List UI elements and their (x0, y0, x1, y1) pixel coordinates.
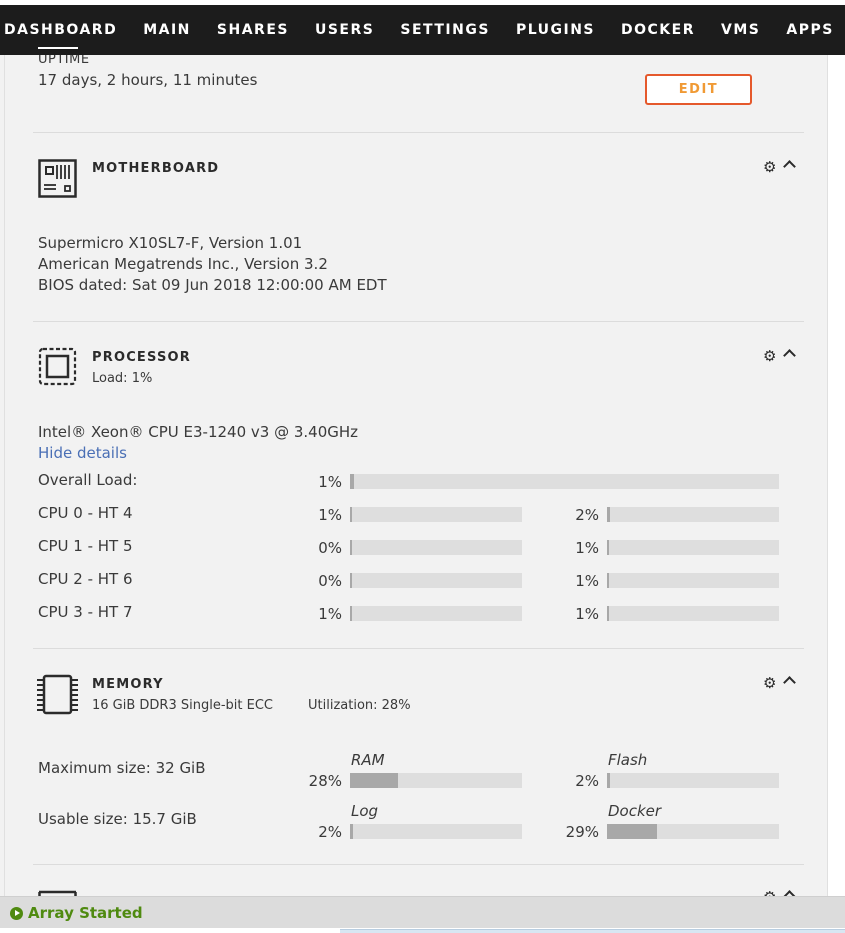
uptime-label: UPTIME (38, 55, 90, 67)
cpu-thread-a-bar (350, 606, 522, 621)
cpu-thread-a-percent: 1% (318, 605, 342, 623)
memory-max-size: Maximum size: 32 GiB (38, 759, 206, 777)
cpu-thread-b-percent: 2% (575, 506, 599, 524)
scrollbar-gutter[interactable] (828, 55, 845, 896)
tab-main[interactable]: MAIN (143, 5, 217, 55)
dashboard-panel: UPTIME 17 days, 2 hours, 11 minutes EDIT… (4, 55, 828, 896)
motherboard-controls: ⚙ (763, 159, 803, 175)
tab-dashboard[interactable]: DASHBOARD (4, 5, 143, 55)
chevron-up-icon[interactable] (783, 349, 796, 362)
cpu-thread-a-bar (350, 507, 522, 522)
log-label: Log (351, 802, 379, 820)
cpu-thread-a-percent: 0% (318, 539, 342, 557)
divider (33, 648, 804, 649)
memory-title: MEMORY (92, 677, 164, 692)
tab-shares[interactable]: SHARES (217, 5, 315, 55)
ram-percent: 28% (308, 772, 342, 790)
docker-percent: 29% (565, 823, 599, 841)
cpu-core-label: CPU 1 - HT 5 (38, 537, 133, 555)
memory-controls: ⚙ (763, 675, 803, 691)
log-percent: 2% (318, 823, 342, 841)
gear-icon[interactable]: ⚙ (763, 348, 776, 364)
processor-title: PROCESSOR (92, 350, 192, 365)
divider (33, 321, 804, 322)
tab-docker[interactable]: DOCKER (621, 5, 721, 55)
divider (33, 864, 804, 865)
processor-load: Load: 1% (92, 371, 153, 386)
tab-users[interactable]: USERS (315, 5, 400, 55)
next-section-controls: ⚙ (763, 889, 803, 896)
ram-label: RAM (351, 751, 385, 769)
status-bar: Array Started (0, 896, 845, 928)
flash-label: Flash (608, 751, 648, 769)
motherboard-icon (38, 159, 77, 198)
gear-icon[interactable]: ⚙ (763, 675, 776, 691)
docker-usage-bar (607, 824, 779, 839)
cpu-thread-a-bar (350, 573, 522, 588)
ram-usage-bar (350, 773, 522, 788)
cpu-thread-b-percent: 1% (575, 572, 599, 590)
motherboard-title: MOTHERBOARD (92, 161, 220, 176)
cpu-core-label: CPU 0 - HT 4 (38, 504, 133, 522)
cpu-thread-b-bar (607, 540, 779, 555)
log-usage-bar (350, 824, 522, 839)
memory-usable-size: Usable size: 15.7 GiB (38, 810, 197, 828)
cpu-core-label: CPU 2 - HT 6 (38, 570, 133, 588)
edit-button[interactable]: EDIT (645, 74, 752, 105)
tab-plugins[interactable]: PLUGINS (516, 5, 621, 55)
cpu-thread-b-bar (607, 507, 779, 522)
array-status-label: Array Started (28, 904, 143, 922)
taskbar-edge (340, 929, 845, 933)
cpu-model: Intel® Xeon® CPU E3-1240 v3 @ 3.40GHz (38, 423, 359, 441)
gear-icon[interactable]: ⚙ (763, 889, 776, 896)
cpu-thread-b-bar (607, 606, 779, 621)
cpu-icon (38, 347, 77, 386)
tab-settings[interactable]: SETTINGS (400, 5, 516, 55)
play-status-icon (10, 907, 23, 920)
memory-utilization: Utilization: 28% (308, 698, 411, 713)
cpu-core-label: CPU 3 - HT 7 (38, 603, 133, 621)
cpu-thread-a-bar (350, 540, 522, 555)
motherboard-model: Supermicro X10SL7-F, Version 1.01 (38, 234, 303, 252)
cpu-thread-b-percent: 1% (575, 539, 599, 557)
memory-icon (37, 674, 78, 715)
memory-type: 16 GiB DDR3 Single-bit ECC (92, 698, 273, 713)
flash-percent: 2% (575, 772, 599, 790)
overall-load-bar (350, 474, 779, 489)
cpu-thread-b-percent: 1% (575, 605, 599, 623)
nav-tabs: DASHBOARD MAIN SHARES USERS SETTINGS PLU… (4, 5, 845, 55)
tab-apps[interactable]: APPS (786, 5, 845, 55)
overall-load-percent: 1% (318, 473, 342, 491)
hide-details-link[interactable]: Hide details (38, 444, 127, 462)
top-navigation: DASHBOARD MAIN SHARES USERS SETTINGS PLU… (0, 0, 845, 55)
processor-controls: ⚙ (763, 348, 803, 364)
bios-date: BIOS dated: Sat 09 Jun 2018 12:00:00 AM … (38, 276, 387, 294)
flash-usage-bar (607, 773, 779, 788)
motherboard-vendor: American Megatrends Inc., Version 3.2 (38, 255, 328, 273)
docker-label: Docker (608, 802, 662, 820)
cpu-thread-a-percent: 1% (318, 506, 342, 524)
tab-vms[interactable]: VMS (721, 5, 786, 55)
cpu-thread-a-percent: 0% (318, 572, 342, 590)
chevron-up-icon[interactable] (783, 160, 796, 173)
uptime-value: 17 days, 2 hours, 11 minutes (38, 71, 258, 89)
cpu-thread-b-bar (607, 573, 779, 588)
overall-load-label: Overall Load: (38, 471, 138, 489)
gear-icon[interactable]: ⚙ (763, 159, 776, 175)
chevron-up-icon[interactable] (783, 676, 796, 689)
divider (33, 132, 804, 133)
bottom-strip (0, 928, 845, 933)
